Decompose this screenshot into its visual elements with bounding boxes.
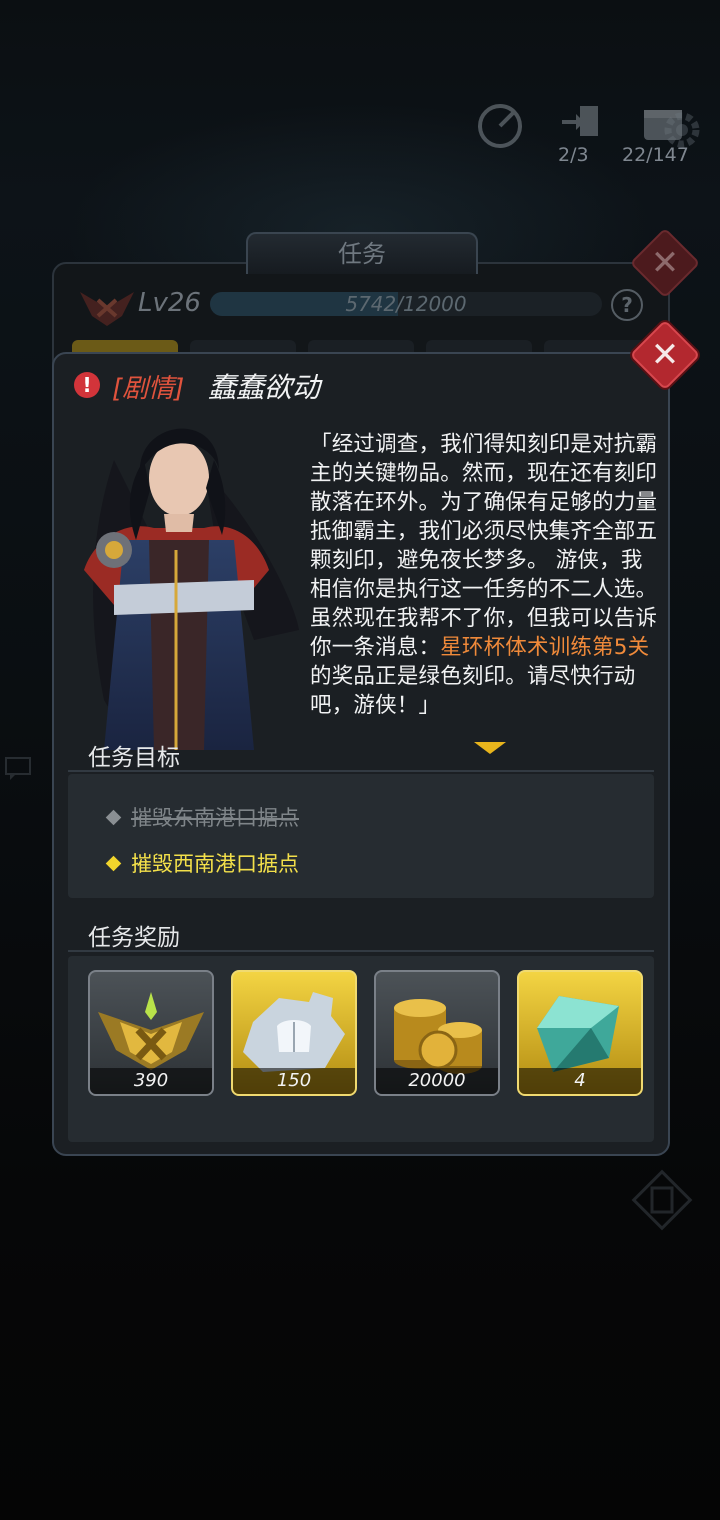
alert-icon: !	[74, 372, 100, 398]
mission-dialog: ! [剧情] 蠢蠢欲动 「经过调查，我们得知刻印是对抗霸主的关键物品。然而，现在…	[52, 352, 670, 1156]
xp-bar: 5742/12000	[210, 292, 602, 316]
objectives-label: 任务目标	[88, 745, 180, 771]
rewards-label: 任务奖励	[88, 925, 180, 951]
rewards-list: 390 150 20000 4	[68, 956, 654, 1142]
chat-icon[interactable]	[4, 756, 34, 786]
dialogue-text-end: 的奖品正是绿色刻印。请尽快行动吧，游侠！」	[310, 664, 636, 718]
settings-gear-icon[interactable]	[660, 108, 704, 156]
radar-icon[interactable]	[470, 100, 530, 160]
reward-item-armor-fragment[interactable]: 150	[231, 970, 357, 1096]
reward-item-medal[interactable]: 390	[88, 970, 214, 1096]
reward-item-gold-coins[interactable]: 20000	[374, 970, 500, 1096]
reward-count: 390	[90, 1068, 212, 1094]
dialogue-text: 「经过调查，我们得知刻印是对抗霸主的关键物品。然而，现在还有刻印散落在环外。为了…	[310, 432, 658, 660]
task-list-icon[interactable]	[628, 1166, 696, 1238]
dialogue-highlight: 星环杯体术训练第5关	[440, 635, 650, 660]
objectives-list: 摧毁东南港口据点 摧毁西南港口据点	[68, 774, 654, 898]
level-row: Lv26 5742/12000 ?	[78, 282, 648, 328]
reward-count: 20000	[376, 1068, 498, 1094]
help-icon[interactable]: ?	[611, 289, 643, 321]
player-level: Lv26	[138, 288, 201, 318]
character-portrait	[54, 400, 304, 750]
divider	[68, 770, 654, 772]
reward-count: 4	[519, 1068, 641, 1094]
xp-text: 5742/12000	[345, 292, 467, 316]
reward-item-green-crystal[interactable]: 4	[517, 970, 643, 1096]
reward-count: 150	[233, 1068, 355, 1094]
close-icon: ✕	[650, 335, 680, 375]
objective-item-done: 摧毁东南港口据点	[105, 802, 299, 832]
mission-dialogue: 「经过调查，我们得知刻印是对抗霸主的关键物品。然而，现在还有刻印散落在环外。为了…	[310, 430, 662, 720]
diamond-bullet-icon	[105, 809, 122, 826]
rank-emblem-icon	[78, 282, 136, 328]
more-text-arrow-icon[interactable]	[474, 742, 506, 754]
objective-item-active: 摧毁西南港口据点	[105, 848, 299, 878]
energy-count: 2/3	[558, 144, 589, 166]
close-icon: ✕	[650, 243, 680, 283]
task-panel-title: 任务	[246, 232, 478, 274]
divider	[68, 950, 654, 952]
diamond-bullet-icon	[105, 855, 122, 872]
